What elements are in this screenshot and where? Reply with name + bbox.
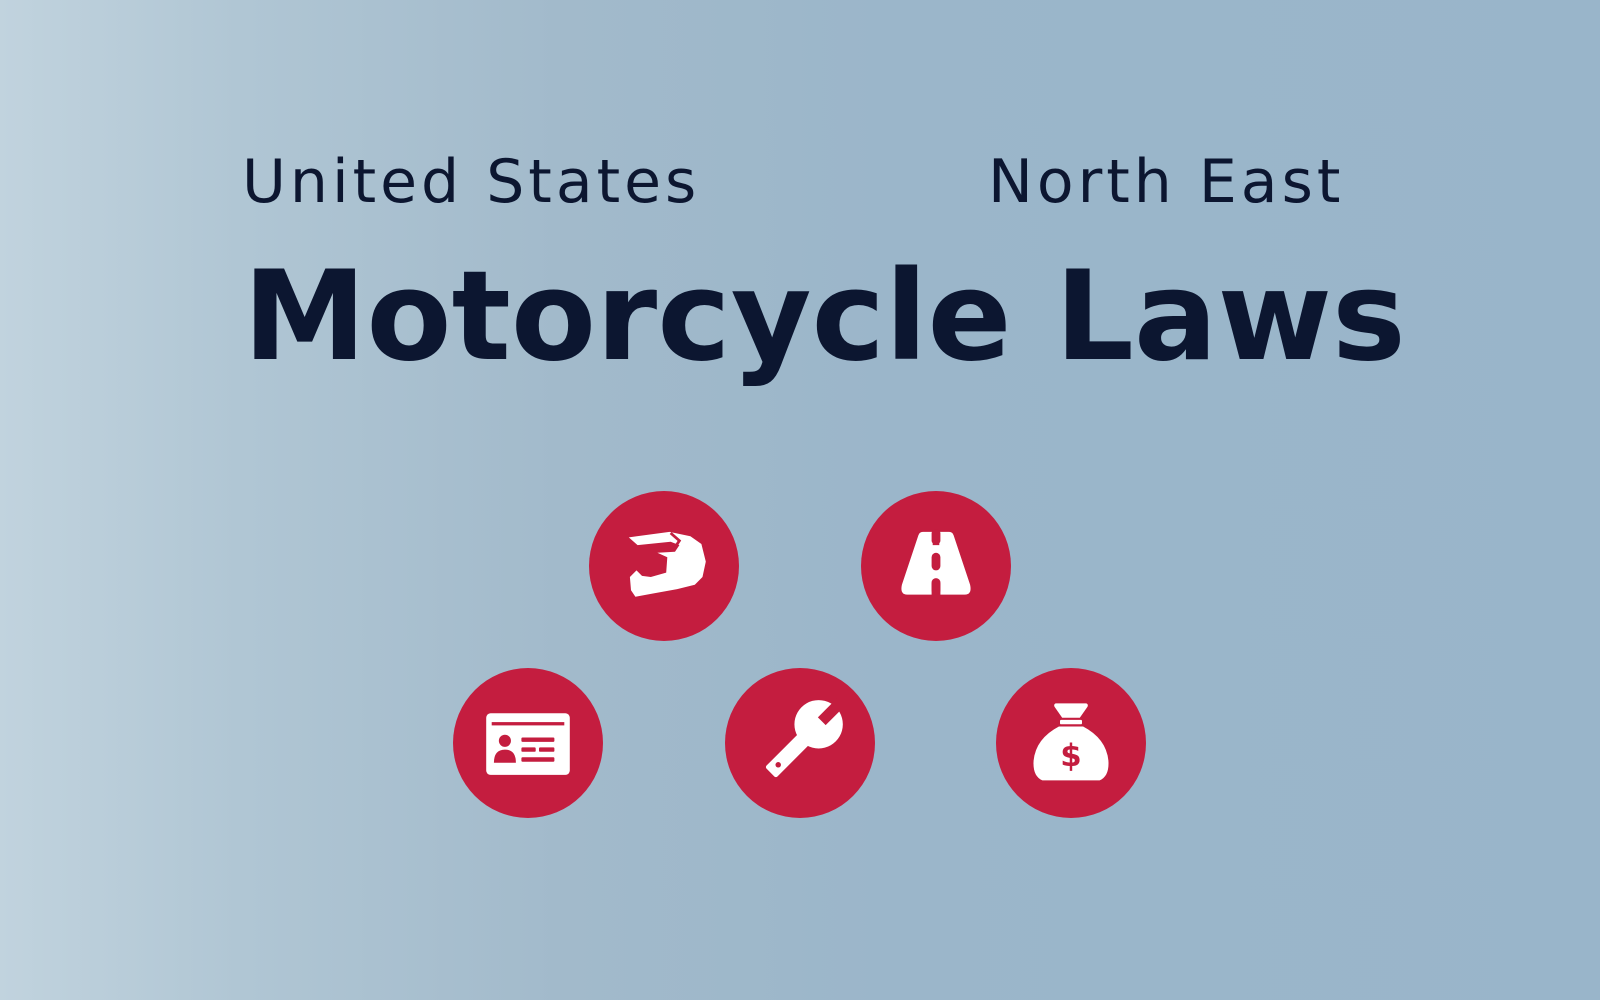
wrench-icon [765, 698, 845, 778]
license-badge [453, 668, 603, 818]
page-title: Motorcycle Laws [243, 245, 1406, 389]
region-label-north-east: North East [988, 147, 1345, 217]
wrench-badge [725, 668, 875, 818]
helmet-icon [628, 531, 706, 597]
helmet-badge [589, 491, 739, 641]
license-icon [486, 713, 570, 775]
svg-text:$: $ [1060, 738, 1081, 774]
money-bag-icon: $ [1033, 703, 1109, 781]
road-icon [901, 529, 971, 595]
money-badge: $ [996, 668, 1146, 818]
region-label-united-states: United States [242, 147, 701, 217]
road-badge [861, 491, 1011, 641]
